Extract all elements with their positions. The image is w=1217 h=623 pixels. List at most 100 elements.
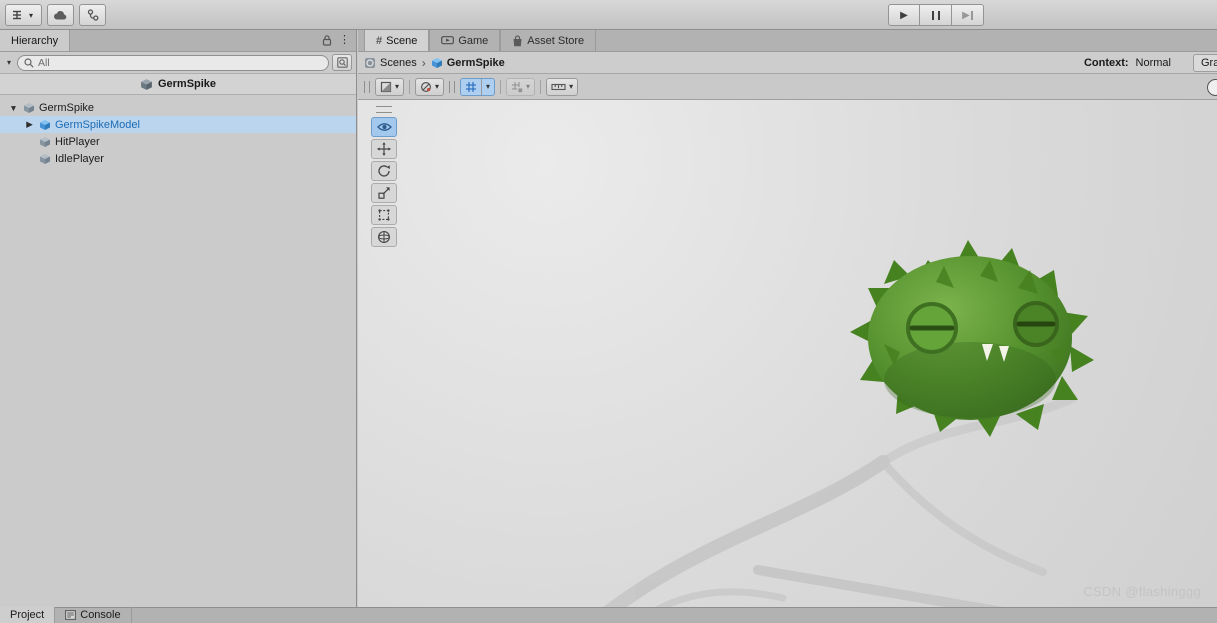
rect-tool-button[interactable] [371,205,397,225]
search-window-icon [336,57,348,68]
tab-asset-store[interactable]: Asset Store [500,30,597,51]
scenes-icon [364,57,376,69]
breadcrumb-current[interactable]: GermSpike [431,57,505,69]
move-icon [377,142,391,156]
scene-asset-icon [140,78,153,91]
effects-toggle-icon [420,81,432,93]
view-tool-button[interactable] [371,117,397,137]
snap-grid-icon [511,81,523,93]
context-option-clipped[interactable]: Gra [1193,54,1217,72]
transform-tool-button[interactable] [371,227,397,247]
eye-icon [376,122,392,132]
prefab-cube-icon [39,119,51,131]
watermark: CSDN @flashinggg [1083,584,1201,599]
create-dropdown-caret-icon[interactable]: ▾ [4,58,14,67]
tab-project[interactable]: Project [0,607,56,623]
tree-row[interactable]: IdlePlayer [0,150,356,167]
snap-settings-dropdown[interactable]: ▾ [506,77,536,96]
move-tool-button[interactable] [371,139,397,159]
bottom-tabbar: Project Console [0,607,1217,623]
ruler-icon [551,82,566,92]
tree-item-label: GermSpike [39,101,95,114]
advanced-search-button[interactable] [332,54,352,71]
gameobject-cube-icon [39,136,51,148]
rotate-tool-button[interactable] [371,161,397,181]
scale-tool-button[interactable] [371,183,397,203]
camera-preview-handle[interactable] [1207,79,1217,96]
context-value[interactable]: Normal [1136,57,1171,69]
scene-grid-icon: # [376,34,383,47]
scene-tools-overlay [370,106,398,247]
search-icon [24,57,34,68]
scene-tabbar: # Scene Game Asset Store [358,30,1217,52]
context-label: Context: [1083,56,1129,69]
hierarchy-search-row: ▾ [0,52,356,74]
scale-icon [377,186,391,200]
tab-game[interactable]: Game [429,30,501,51]
gameobject-cube-icon [23,102,35,114]
rect-tool-icon [377,208,391,222]
search-input[interactable] [38,56,322,69]
transform-gizmo-icon [377,230,391,244]
pause-icon [931,10,940,20]
transform-tools-icon [11,9,23,21]
scene-toolbar: ▾ ▾ ▾ ▾ ▾ [358,74,1217,100]
caret-down-icon: ▾ [28,10,33,20]
lock-icon[interactable] [322,34,332,46]
hierarchy-tabbar: Hierarchy ⋮ [0,30,356,52]
main-toolbar: ▾ ▶ ▶ [0,0,1217,30]
grid-options-caret[interactable]: ▾ [481,78,494,95]
prefab-breadcrumb-bar: Scenes › GermSpike Context: Normal Gra [358,52,1217,74]
toolbar-drag-handle[interactable] [364,80,370,93]
grid-icon [461,79,481,95]
tree-item-label: HitPlayer [55,135,100,148]
breadcrumb-chevron-icon: › [421,55,426,70]
play-controls: ▶ ▶ [888,4,984,26]
rotate-icon [377,164,391,178]
shaded-mode-icon [380,81,392,93]
step-button[interactable]: ▶ [952,4,984,26]
cloud-services-button[interactable] [47,4,74,26]
scene-name-header[interactable]: GermSpike [0,74,356,95]
tab-hierarchy[interactable]: Hierarchy [0,30,71,51]
transform-tools-dropdown[interactable]: ▾ [5,4,42,26]
kebab-menu-icon[interactable]: ⋮ [339,34,350,46]
tree-row[interactable]: ▼ GermSpike [0,99,356,116]
play-button[interactable]: ▶ [888,4,920,26]
gameobject-cube-icon [39,153,51,165]
console-icon [65,610,77,620]
prefab-context-control: Context: Normal [1084,57,1211,69]
tree-item-label: IdlePlayer [55,152,104,165]
version-control-button[interactable] [79,4,106,26]
toolbar-drag-handle[interactable] [449,80,456,93]
play-icon: ▶ [900,9,908,21]
grid-visibility-toggle[interactable]: ▾ [460,77,496,96]
units-dropdown[interactable]: ▾ [546,77,579,96]
cloud-icon [53,10,68,21]
hierarchy-search-field[interactable] [17,54,329,71]
fold-open-icon[interactable]: ▼ [8,103,19,113]
breadcrumb-root[interactable]: Scenes [364,57,417,69]
germ-spike-model[interactable] [840,232,1100,437]
overlay-drag-handle[interactable] [376,106,392,113]
tree-row[interactable]: HitPlayer [0,133,356,150]
tree-item-label: GermSpikeModel [55,118,140,131]
tab-console[interactable]: Console [55,607,132,623]
pause-button[interactable] [920,4,952,26]
scene-effects-dropdown[interactable]: ▾ [415,77,445,96]
scene-viewport[interactable]: CSDN @flashinggg [358,100,1217,607]
asset-store-bag-icon [512,34,523,47]
tab-scene[interactable]: # Scene [364,30,430,51]
hierarchy-tree: ▼ GermSpike ▶ GermSpikeModel HitPlayer I… [0,95,356,167]
tree-row-selected[interactable]: ▶ GermSpikeModel [0,116,356,133]
scene-view-panel: # Scene Game Asset Store Scenes › GermSp… [358,30,1217,607]
prefab-cube-icon [431,57,443,69]
fold-closed-icon[interactable]: ▶ [24,119,35,130]
version-control-icon [87,9,99,21]
unity-editor-window: ▾ ▶ ▶ Hierarchy ⋮ ▾ All GermSpike ▼ Germ… [0,0,1217,623]
scene-name-label: GermSpike [157,78,217,90]
draw-mode-dropdown[interactable]: ▾ [375,77,405,96]
game-icon [441,35,455,46]
step-icon: ▶ [962,10,973,21]
hierarchy-panel: Hierarchy ⋮ ▾ All GermSpike ▼ GermSpike … [0,30,357,607]
